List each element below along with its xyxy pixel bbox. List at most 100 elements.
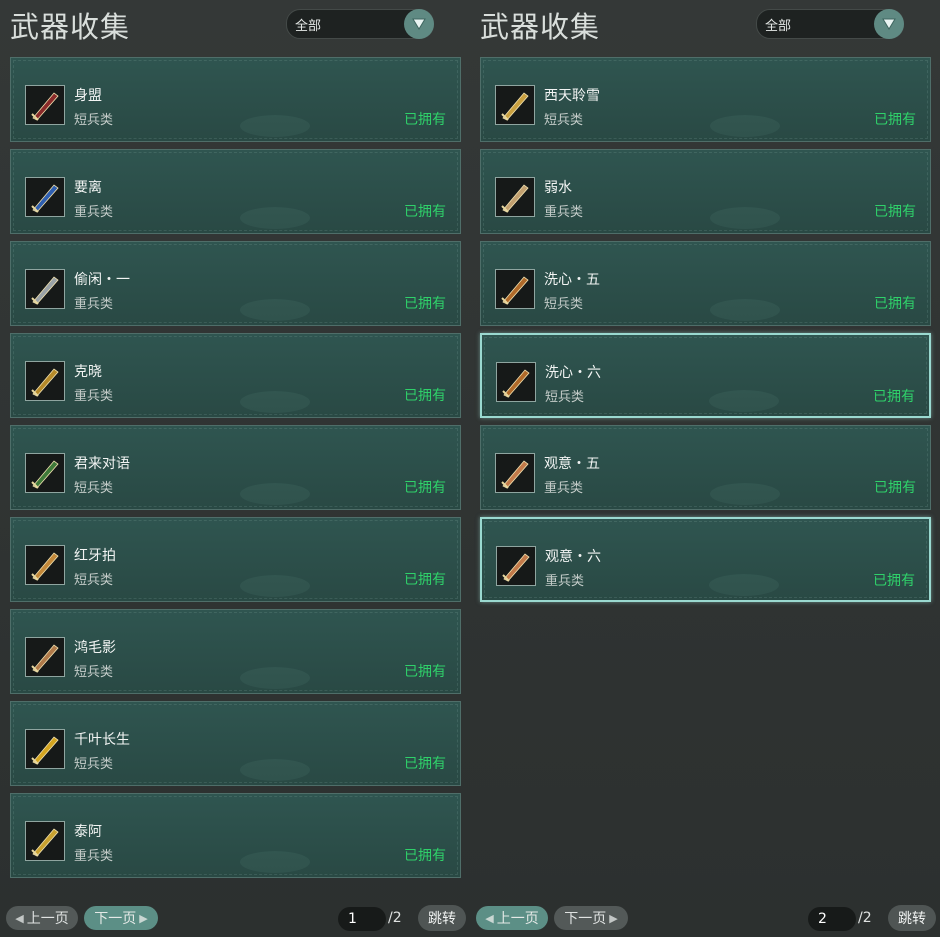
chevron-right-icon: ▶ xyxy=(609,911,618,925)
prev-page-label: 上一页 xyxy=(496,911,539,927)
chevron-down-icon[interactable] xyxy=(874,9,904,39)
owned-status: 已拥有 xyxy=(404,480,446,496)
weapon-type: 重兵类 xyxy=(74,297,114,312)
panel-title: 武器收集 xyxy=(10,10,131,44)
weapon-card[interactable]: 鸿毛影短兵类 已拥有 xyxy=(10,609,461,694)
weapon-card[interactable]: 偷闲・一 重兵类 已拥有 xyxy=(10,241,461,326)
cloud-decoration xyxy=(710,207,780,229)
weapon-name: 泰阿 xyxy=(74,824,102,840)
weapon-type: 重兵类 xyxy=(74,849,114,864)
cloud-decoration xyxy=(709,574,779,596)
owned-status: 已拥有 xyxy=(404,388,446,404)
weapon-type: 重兵类 xyxy=(544,481,584,496)
weapon-name: 弱水 xyxy=(544,180,572,196)
page-total: /2 xyxy=(858,910,872,926)
weapon-card[interactable]: 要离 重兵类 已拥有 xyxy=(10,149,461,234)
cloud-decoration xyxy=(240,667,310,689)
next-page-button[interactable]: 下一页 ▶ xyxy=(554,906,628,930)
cloud-decoration xyxy=(240,851,310,873)
weapon-name: 君来对语 xyxy=(74,456,130,472)
owned-status: 已拥有 xyxy=(404,296,446,312)
filter-value: 全部 xyxy=(295,19,322,34)
weapon-type: 短兵类 xyxy=(545,390,585,405)
dark-sword-icon xyxy=(25,85,65,125)
weapon-type: 短兵类 xyxy=(74,113,114,128)
owned-status: 已拥有 xyxy=(404,664,446,680)
owned-status: 已拥有 xyxy=(873,389,915,405)
filter-dropdown[interactable]: 全部 xyxy=(756,9,904,39)
weapon-card[interactable]: 身盟短兵类 已拥有 xyxy=(10,57,461,142)
weapon-card[interactable]: 克晓重兵类 已拥有 xyxy=(10,333,461,418)
cloud-decoration xyxy=(240,483,310,505)
next-page-button[interactable]: 下一页 ▶ xyxy=(84,906,158,930)
weapon-card[interactable]: 泰阿 重兵类 已拥有 xyxy=(10,793,461,878)
cloud-decoration xyxy=(710,299,780,321)
copper-blade-icon xyxy=(496,546,536,586)
cloud-decoration xyxy=(240,575,310,597)
weapon-type: 短兵类 xyxy=(544,113,584,128)
prev-page-label: 上一页 xyxy=(26,911,69,927)
owned-status: 已拥有 xyxy=(404,112,446,128)
weapon-card[interactable]: 洗心・五 短兵类 已拥有 xyxy=(480,241,931,326)
bronze-dagger-icon xyxy=(495,269,535,309)
owned-status: 已拥有 xyxy=(874,480,916,496)
owned-status: 已拥有 xyxy=(874,204,916,220)
cloud-decoration xyxy=(240,207,310,229)
cloud-decoration xyxy=(710,115,780,137)
cloud-decoration xyxy=(709,390,779,412)
cloud-decoration xyxy=(710,483,780,505)
weapon-card[interactable]: 千叶长生 短兵类 已拥有 xyxy=(10,701,461,786)
weapon-name: 西天聆雪 xyxy=(544,88,600,104)
prev-page-button[interactable]: ◀ 上一页 xyxy=(476,906,548,930)
owned-status: 已拥有 xyxy=(404,572,446,588)
weapon-card[interactable]: 观意・五重兵类 已拥有 xyxy=(480,425,931,510)
weapon-card[interactable]: 君来对语短兵类 已拥有 xyxy=(10,425,461,510)
weapon-type: 短兵类 xyxy=(74,573,114,588)
weapon-name: 千叶长生 xyxy=(74,732,130,748)
weapon-name: 身盟 xyxy=(74,88,102,104)
feather-blade-icon xyxy=(25,637,65,677)
weapon-type: 重兵类 xyxy=(74,389,114,404)
weapon-type: 重兵类 xyxy=(74,205,114,220)
heavy-gold-blade-icon xyxy=(25,821,65,861)
weapon-name: 红牙拍 xyxy=(74,548,116,564)
weapon-type: 短兵类 xyxy=(544,297,584,312)
jump-button[interactable]: 跳转 xyxy=(418,905,466,931)
weapon-card[interactable]: 西天聆雪短兵类 已拥有 xyxy=(480,57,931,142)
panel-title: 武器收集 xyxy=(480,10,601,44)
weapon-name: 观意・六 xyxy=(545,549,601,565)
weapon-type: 重兵类 xyxy=(545,574,585,589)
weapon-name: 要离 xyxy=(74,180,102,196)
weapon-list: 身盟 短兵类 已拥有 要离 重兵类 已拥有 偷闲・一 重兵类 已拥有 克晓 重兵类 已拥有 君来对语 短兵… xyxy=(10,57,463,885)
weapon-card[interactable]: 观意・六 重兵类 已拥有 xyxy=(480,517,931,602)
weapon-card[interactable]: 洗心・六短兵类 已拥有 xyxy=(480,333,931,418)
weapon-type: 重兵类 xyxy=(544,205,584,220)
page-total: /2 xyxy=(388,910,402,926)
filter-dropdown[interactable]: 全部 xyxy=(286,9,434,39)
cloud-decoration xyxy=(240,391,310,413)
page-number-input[interactable]: 1 xyxy=(338,907,386,931)
weapon-name: 克晓 xyxy=(74,364,102,380)
filter-value: 全部 xyxy=(765,19,792,34)
gold-ring-blade-icon xyxy=(25,729,65,769)
weapon-card[interactable]: 弱水重兵类 已拥有 xyxy=(480,149,931,234)
weapon-name: 洗心・六 xyxy=(545,365,601,381)
jump-button[interactable]: 跳转 xyxy=(888,905,936,931)
gold-blade-icon xyxy=(25,361,65,401)
chevron-down-icon[interactable] xyxy=(404,9,434,39)
weapon-name: 观意・五 xyxy=(544,456,600,472)
weapon-type: 短兵类 xyxy=(74,665,114,680)
cloud-decoration xyxy=(240,115,310,137)
cloud-decoration xyxy=(240,299,310,321)
green-dagger-icon xyxy=(25,453,65,493)
page-number-input[interactable]: 2 xyxy=(808,907,856,931)
copper-blade-icon xyxy=(495,453,535,493)
weapon-type: 短兵类 xyxy=(74,481,114,496)
owned-status: 已拥有 xyxy=(874,112,916,128)
weapon-name: 鸿毛影 xyxy=(74,640,116,656)
owned-status: 已拥有 xyxy=(404,756,446,772)
weapon-list: 西天聆雪 短兵类 已拥有 弱水 重兵类 已拥有 洗心・五 短兵类 已拥有 洗心・六 短兵类 已拥有 观意… xyxy=(480,57,933,609)
prev-page-button[interactable]: ◀ 上一页 xyxy=(6,906,78,930)
left-panel: 武器收集 全部 身盟 短兵类 已拥有 要离 重兵类 已拥有 偷闲・一 重兵类 已拥有 克晓 重兵类已… xyxy=(0,0,470,937)
weapon-card[interactable]: 红牙拍短兵类 已拥有 xyxy=(10,517,461,602)
